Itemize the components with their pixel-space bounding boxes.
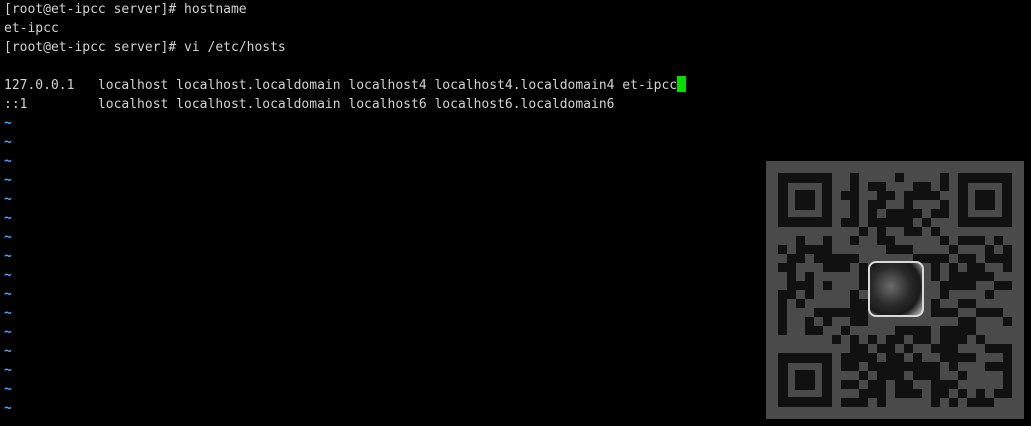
vi-empty-line-marker: ~ [4,230,12,245]
qr-code-overlay[interactable] [766,161,1024,419]
terminal-line-output-hostname: et-ipcc [4,21,59,36]
text-cursor [677,76,687,92]
vi-empty-line-marker: ~ [4,173,12,188]
vi-empty-line-marker: ~ [4,211,12,226]
vi-empty-line-marker: ~ [4,344,12,359]
vi-empty-line-marker: ~ [4,268,12,283]
vi-empty-line-marker: ~ [4,363,12,378]
hosts-line-ipv6: ::1 localhost localhost.localdomain loca… [4,97,615,112]
vi-empty-line-marker: ~ [4,154,12,169]
hosts-line-ipv4-text: 127.0.0.1 localhost localhost.localdomai… [4,78,678,93]
terminal-line-command-vi: [root@et-ipcc server]# vi /etc/hosts [4,40,286,55]
vi-empty-line-marker: ~ [4,135,12,150]
vi-empty-line-marker: ~ [4,382,12,397]
vi-empty-line-marker: ~ [4,287,12,302]
vi-empty-line-marker: ~ [4,306,12,321]
qr-center-avatar [868,261,924,317]
hosts-line-ipv4: 127.0.0.1 localhost localhost.localdomai… [4,76,687,95]
vi-empty-line-marker: ~ [4,116,12,131]
vi-empty-line-marker: ~ [4,401,12,416]
vi-empty-line-marker: ~ [4,249,12,264]
terminal-line-command-hostname: [root@et-ipcc server]# hostname [4,2,247,17]
vi-empty-line-marker: ~ [4,325,12,340]
vi-empty-line-marker: ~ [4,192,12,207]
